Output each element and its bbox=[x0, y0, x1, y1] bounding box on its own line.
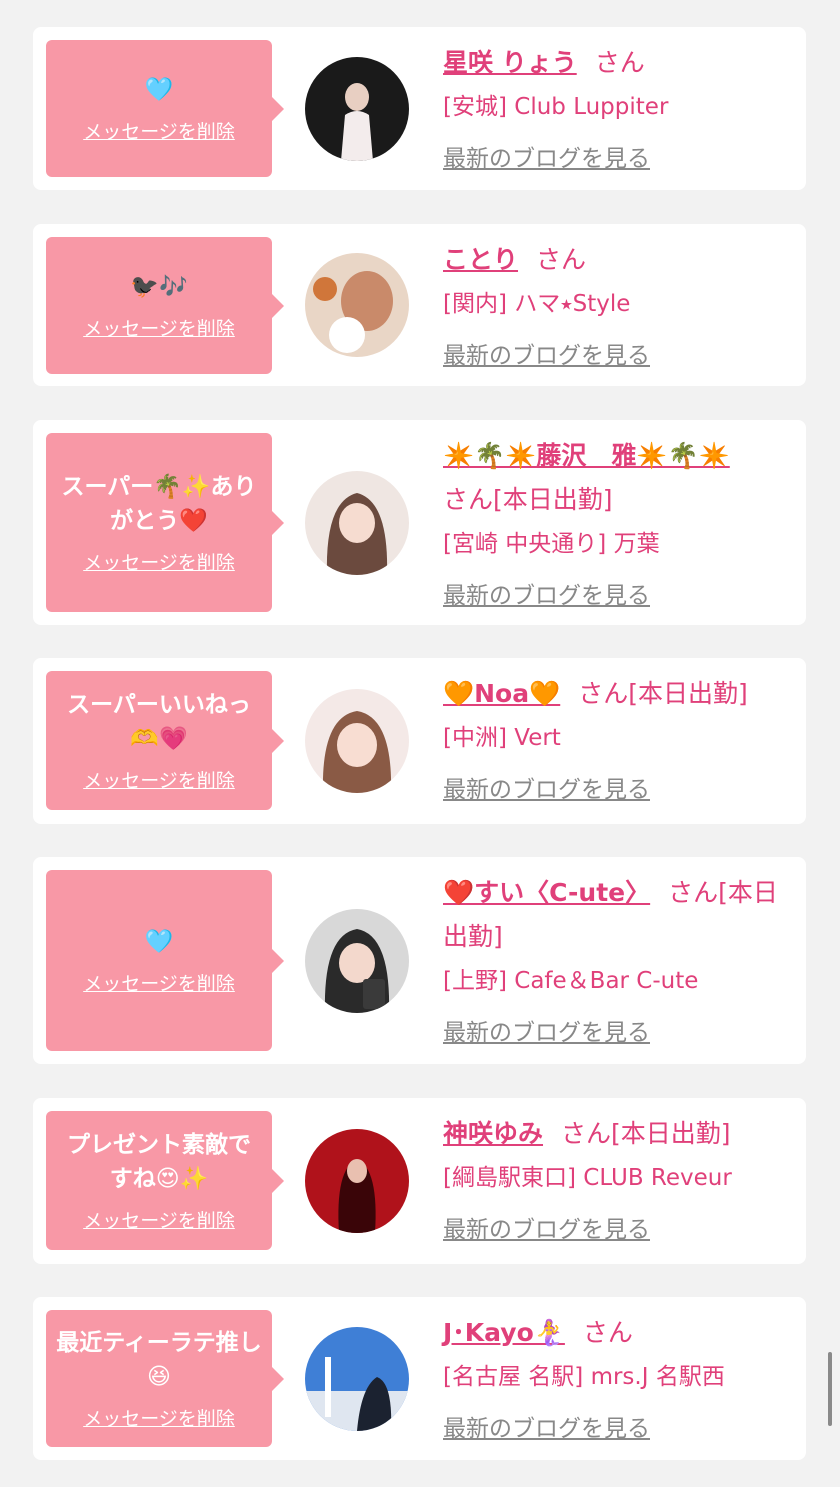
sender-name-link[interactable]: 神咲ゆみ bbox=[443, 1119, 543, 1148]
delete-message-link[interactable]: メッセージを削除 bbox=[83, 548, 235, 575]
honorific-label: さん[本日出勤] bbox=[443, 485, 613, 514]
honorific-label: さん bbox=[594, 48, 645, 77]
sender-info: 神咲ゆみ さん[本日出勤] [綱島駅東口] CLUB Reveur 最新のブログを… bbox=[443, 1112, 784, 1244]
message-bubble: 🩵 メッセージを削除 bbox=[46, 40, 284, 177]
shop-label: [関内] ハマ⭑Style bbox=[443, 291, 631, 317]
latest-blog-link[interactable]: 最新のブログを見る bbox=[443, 770, 650, 804]
message-bubble: プレゼント素敵ですね😍✨ メッセージを削除 bbox=[46, 1111, 284, 1250]
shop-label: [安城] Club Luppiter bbox=[443, 94, 669, 120]
message-bubble: スーパー🌴✨ありがとう❤️ メッセージを削除 bbox=[46, 433, 284, 612]
message-text: 🩵 bbox=[144, 77, 174, 103]
message-card: 🐦‍⬛🎶 メッセージを削除 ことり さん [関内] ハマ⭑Style 最新のブログ… bbox=[33, 224, 806, 386]
sender-info: 星咲 りょう さん [安城] Club Luppiter 最新のブログを見る bbox=[443, 41, 784, 173]
latest-blog-link[interactable]: 最新のブログを見る bbox=[443, 139, 650, 173]
sender-name-link[interactable]: 🧡Noa🧡 bbox=[443, 679, 560, 708]
message-card: スーパーいいねっ🫶💗 メッセージを削除 🧡Noa🧡 さん[本日出勤] [中洲] V… bbox=[33, 658, 806, 824]
delete-message-link[interactable]: メッセージを削除 bbox=[83, 766, 235, 793]
message-card: 最近ティーラテ推し😆 メッセージを削除 J･Kayo🧜‍♀️ さん [名古屋 名駅… bbox=[33, 1297, 806, 1460]
avatar[interactable] bbox=[305, 689, 409, 793]
delete-message-link[interactable]: メッセージを削除 bbox=[83, 1206, 235, 1233]
latest-blog-link[interactable]: 最新のブログを見る bbox=[443, 1409, 650, 1443]
latest-blog-link[interactable]: 最新のブログを見る bbox=[443, 336, 650, 370]
delete-message-link[interactable]: メッセージを削除 bbox=[83, 117, 235, 144]
delete-message-link[interactable]: メッセージを削除 bbox=[83, 969, 235, 996]
avatar[interactable] bbox=[305, 57, 409, 161]
sender-info: J･Kayo🧜‍♀️ さん [名古屋 名駅] mrs.J 名駅西 最新のブログを見… bbox=[443, 1311, 784, 1443]
honorific-label: さん bbox=[582, 1318, 633, 1347]
delete-message-link[interactable]: メッセージを削除 bbox=[83, 314, 235, 341]
avatar[interactable] bbox=[305, 909, 409, 1013]
shop-label: [中洲] Vert bbox=[443, 725, 561, 751]
message-card: プレゼント素敵ですね😍✨ メッセージを削除 神咲ゆみ さん[本日出勤] [綱島駅東… bbox=[33, 1098, 806, 1264]
message-card: 🩵 メッセージを削除 星咲 りょう さん [安城] Club Luppiter 最… bbox=[33, 27, 806, 190]
message-text: スーパー🌴✨ありがとう❤️ bbox=[61, 474, 257, 534]
latest-blog-link[interactable]: 最新のブログを見る bbox=[443, 1013, 650, 1047]
message-text: 🩵 bbox=[144, 929, 174, 955]
message-card: スーパー🌴✨ありがとう❤️ メッセージを削除 ✴️🌴✴️藤沢 雅✴️🌴✴️ さん[… bbox=[33, 420, 806, 625]
message-text: 🐦‍⬛🎶 bbox=[130, 274, 188, 300]
avatar[interactable] bbox=[305, 1129, 409, 1233]
sender-name-link[interactable]: J･Kayo🧜‍♀️ bbox=[443, 1318, 565, 1347]
sender-name-link[interactable]: ことり bbox=[443, 245, 518, 274]
sender-name-link[interactable]: ✴️🌴✴️藤沢 雅✴️🌴✴️ bbox=[443, 441, 730, 470]
message-bubble: 🐦‍⬛🎶 メッセージを削除 bbox=[46, 237, 284, 374]
message-text: プレゼント素敵ですね😍✨ bbox=[67, 1132, 251, 1192]
scrollbar[interactable] bbox=[828, 1352, 832, 1426]
message-text: 最近ティーラテ推し😆 bbox=[56, 1330, 262, 1390]
shop-label: [上野] Cafe＆Bar C-ute bbox=[443, 968, 699, 994]
sender-name-link[interactable]: ❤️すい〈C-ute〉 bbox=[443, 878, 650, 907]
avatar[interactable] bbox=[305, 253, 409, 357]
sender-name-link[interactable]: 星咲 りょう bbox=[443, 48, 577, 77]
shop-label: [宮崎 中央通り] 万葉 bbox=[443, 531, 660, 557]
message-text: スーパーいいねっ🫶💗 bbox=[67, 692, 251, 752]
sender-info: ❤️すい〈C-ute〉 さん[本日出勤] [上野] Cafe＆Bar C-ute … bbox=[443, 871, 784, 1047]
sender-info: ✴️🌴✴️藤沢 雅✴️🌴✴️ さん[本日出勤] [宮崎 中央通り] 万葉 最新のブ… bbox=[443, 434, 784, 610]
honorific-label: さん[本日出勤] bbox=[578, 679, 748, 708]
avatar[interactable] bbox=[305, 471, 409, 575]
shop-label: [綱島駅東口] CLUB Reveur bbox=[443, 1165, 732, 1191]
shop-label: [名古屋 名駅] mrs.J 名駅西 bbox=[443, 1364, 725, 1390]
message-bubble: 最近ティーラテ推し😆 メッセージを削除 bbox=[46, 1310, 284, 1447]
sender-info: ことり さん [関内] ハマ⭑Style 最新のブログを見る bbox=[443, 238, 784, 370]
message-card: 🩵 メッセージを削除 ❤️すい〈C-ute〉 さん[本日出勤] [上野] Cafe… bbox=[33, 857, 806, 1064]
sender-info: 🧡Noa🧡 さん[本日出勤] [中洲] Vert 最新のブログを見る bbox=[443, 672, 784, 804]
delete-message-link[interactable]: メッセージを削除 bbox=[83, 1404, 235, 1431]
message-bubble: スーパーいいねっ🫶💗 メッセージを削除 bbox=[46, 671, 284, 810]
latest-blog-link[interactable]: 最新のブログを見る bbox=[443, 576, 650, 610]
message-bubble: 🩵 メッセージを削除 bbox=[46, 870, 284, 1051]
honorific-label: さん bbox=[536, 245, 587, 274]
honorific-label: さん[本日出勤] bbox=[561, 1119, 731, 1148]
latest-blog-link[interactable]: 最新のブログを見る bbox=[443, 1210, 650, 1244]
avatar[interactable] bbox=[305, 1327, 409, 1431]
